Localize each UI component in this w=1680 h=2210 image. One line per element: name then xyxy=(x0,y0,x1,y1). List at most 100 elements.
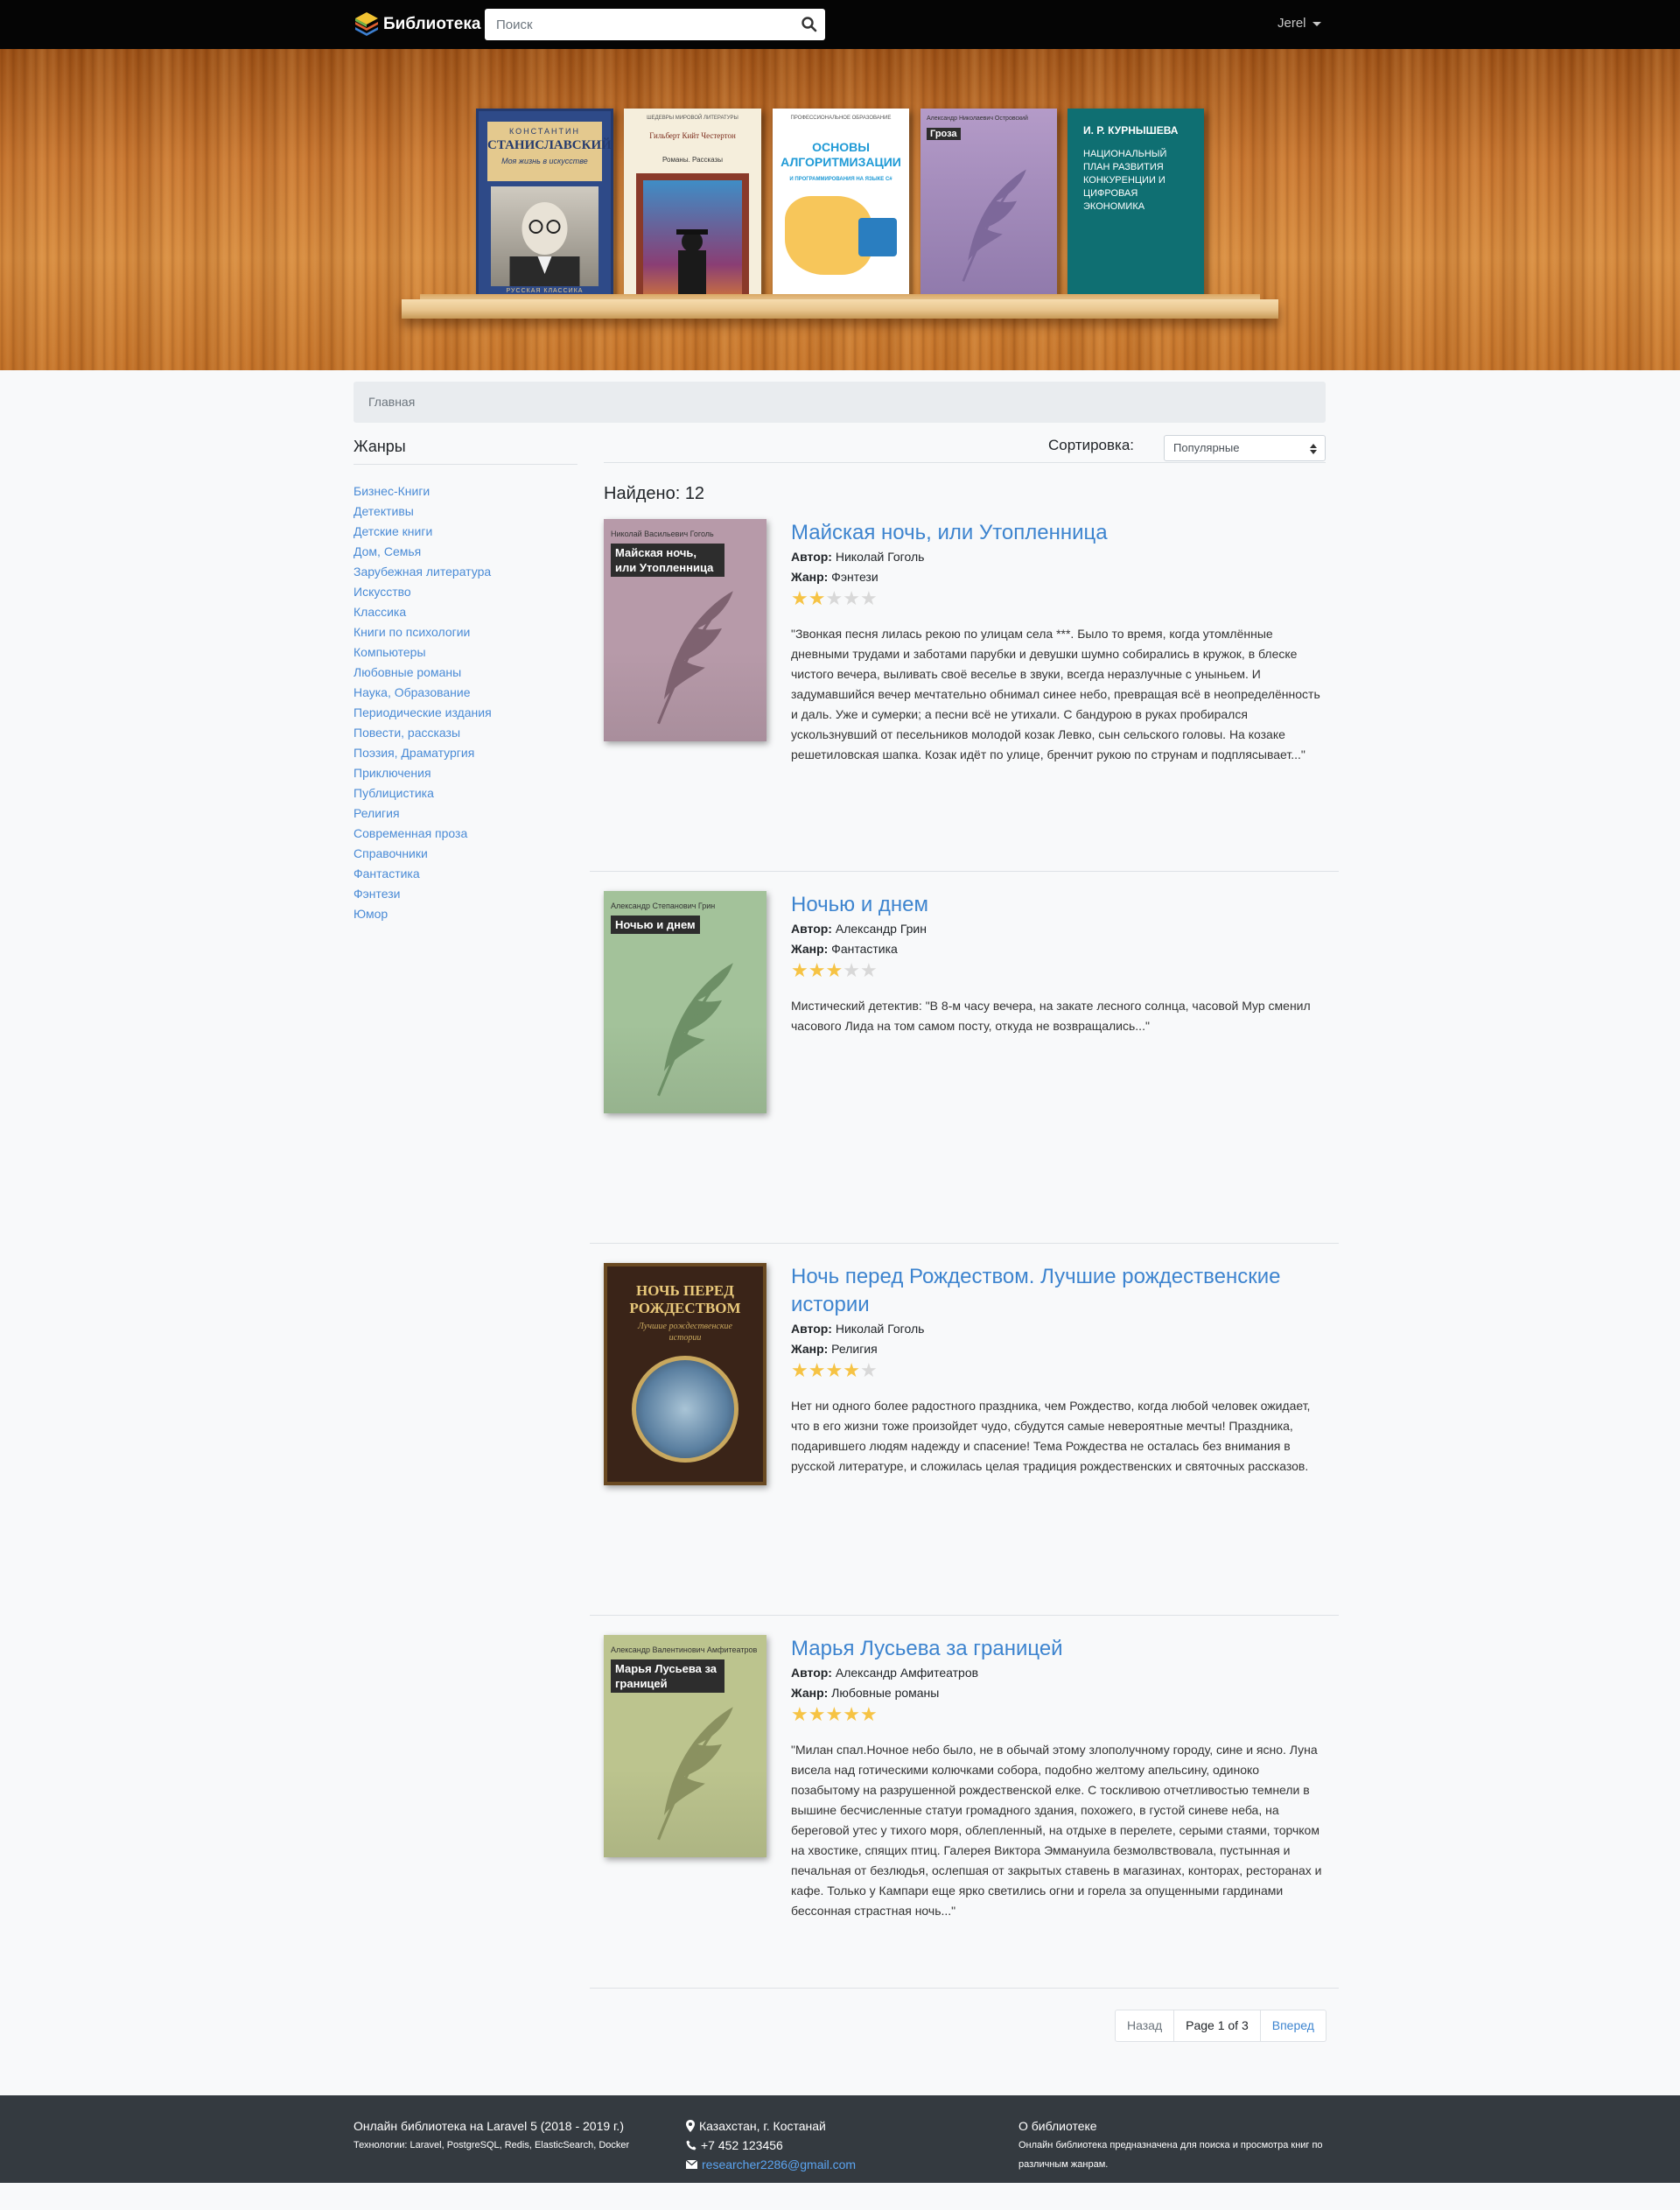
next-page-button[interactable]: Вперед xyxy=(1261,2010,1326,2041)
genre-link[interactable]: Фэнтези xyxy=(354,884,578,904)
cover-title: Майская ночь, или Утопленница xyxy=(611,544,724,577)
user-menu[interactable]: Jerel xyxy=(1278,16,1321,31)
book-genre: Жанр: Фантастика xyxy=(791,939,1325,959)
cover-subtitle: Лучшие рождественские истории xyxy=(638,1322,732,1343)
search-input[interactable] xyxy=(485,9,782,40)
book-cover[interactable]: НОЧЬ ПЕРЕД РОЖДЕСТВОМ Лучшие рождественс… xyxy=(604,1263,766,1485)
book-genre: Жанр: Фэнтези xyxy=(791,567,1325,587)
hero-book-5[interactable]: И. Р. КУРНЫШЕВА НАЦИОНАЛЬНЫЙ ПЛАН РАЗВИТ… xyxy=(1068,109,1204,301)
genre-value: Фантастика xyxy=(831,942,898,956)
star-icon: ★ xyxy=(859,587,878,609)
footer-contacts: Казахстан, г. Костанай +7 452 123456 res… xyxy=(686,2116,856,2174)
genre-link[interactable]: Современная проза xyxy=(354,824,578,844)
star-icon: ★ xyxy=(808,959,826,981)
genre-link[interactable]: Любовные романы xyxy=(354,663,578,683)
phone-icon xyxy=(686,2140,696,2150)
book-title-link[interactable]: Ночь перед Рождеством. Лучшие рождествен… xyxy=(791,1263,1325,1319)
genre-link[interactable]: Бизнес-Книги xyxy=(354,481,578,502)
cover-series: ШЕДЕВРЫ МИРОВОЙ ЛИТЕРАТУРЫ xyxy=(647,116,738,121)
brand-link[interactable]: Библиотека xyxy=(354,11,480,39)
book-cover[interactable]: Николай Васильевич Гоголь Майская ночь, … xyxy=(604,519,766,741)
footer-phone: +7 452 123456 xyxy=(686,2136,856,2155)
cover-title: ОСНОВЫ АЛГОРИТМИЗАЦИИ xyxy=(780,140,901,169)
book-title-link[interactable]: Ночью и днем xyxy=(791,891,1325,919)
book-author: Автор: Николай Гоголь xyxy=(791,547,1325,567)
genre-link[interactable]: Книги по психологии xyxy=(354,622,578,642)
cover-title: Марья Лусьева за границей xyxy=(611,1659,724,1693)
genre-link[interactable]: Зарубежная литература xyxy=(354,562,578,582)
search-icon[interactable] xyxy=(801,16,818,33)
hero-book-3[interactable]: ПРОФЕССИОНАЛЬНОЕ ОБРАЗОВАНИЕ ОСНОВЫ АЛГО… xyxy=(773,109,909,301)
star-icon: ★ xyxy=(791,1703,808,1725)
feather-icon xyxy=(962,169,1026,282)
star-icon: ★ xyxy=(808,587,826,609)
genre-link[interactable]: Искусство xyxy=(354,582,578,602)
sidebar-title: Жанры xyxy=(354,435,578,465)
genre-link[interactable]: Повести, рассказы xyxy=(354,723,578,743)
genre-label: Жанр: xyxy=(791,942,829,956)
cover-subtitle: Моя жизнь в искусстве xyxy=(501,157,588,165)
star-icon: ★ xyxy=(843,1703,860,1725)
genre-label: Жанр: xyxy=(791,1686,829,1700)
genre-link[interactable]: Поэзия, Драматургия xyxy=(354,743,578,763)
author-label: Автор: xyxy=(791,1666,832,1680)
genre-link[interactable]: Детективы xyxy=(354,502,578,522)
genre-label: Жанр: xyxy=(791,570,829,584)
hero-book-4[interactable]: Александр Николаевич Островский Гроза xyxy=(920,109,1057,301)
genre-value: Фэнтези xyxy=(831,570,878,584)
pagination: Назад Page 1 of 3 Вперед xyxy=(1115,2010,1326,2042)
page-indicator: Page 1 of 3 xyxy=(1174,2010,1261,2041)
hero-book-1[interactable]: КОНСТАНТИН СТАНИСЛАВСКИЙ Моя жизнь в иск… xyxy=(476,109,613,301)
cover-author: И. Р. КУРНЫШЕВА xyxy=(1083,124,1179,137)
sort-bar: Сортировка: Популярные xyxy=(604,435,1326,463)
genre-link[interactable]: Публицистика xyxy=(354,783,578,803)
genre-link[interactable]: Детские книги xyxy=(354,522,578,542)
star-icon: ★ xyxy=(825,959,844,981)
sort-select[interactable]: Популярные xyxy=(1164,435,1326,461)
book-item: НОЧЬ ПЕРЕД РОЖДЕСТВОМ Лучшие рождественс… xyxy=(590,1263,1339,1616)
star-icon: ★ xyxy=(825,587,844,609)
cover-illustration xyxy=(632,1356,738,1463)
cover-footer: РУССКАЯ КЛАССИКА xyxy=(506,288,584,294)
genre-sidebar: Жанры Бизнес-Книги Детективы Детские книги… xyxy=(354,435,578,924)
book-item: Николай Васильевич Гоголь Майская ночь, … xyxy=(590,519,1339,872)
genre-link[interactable]: Компьютеры xyxy=(354,642,578,663)
cover-author: Александр Николаевич Островский xyxy=(927,116,1028,122)
star-icon: ★ xyxy=(843,1359,860,1381)
genre-link[interactable]: Справочники xyxy=(354,844,578,864)
star-icon: ★ xyxy=(808,1703,826,1725)
book-cover[interactable]: Александр Валентинович Амфитеатров Марья… xyxy=(604,1635,766,1857)
rating-stars: ★★★★★ xyxy=(791,587,1325,612)
footer-about-library: О библиотеке Онлайн библиотека предназна… xyxy=(1018,2116,1334,2174)
genre-link[interactable]: Периодические издания xyxy=(354,703,578,723)
hero-book-2[interactable]: ШЕДЕВРЫ МИРОВОЙ ЛИТЕРАТУРЫ Гильберт Кийт… xyxy=(624,109,761,301)
book-item: Александр Степанович Грин Ночью и днем Н… xyxy=(590,891,1339,1244)
genre-link[interactable]: Дом, Семья xyxy=(354,542,578,562)
footer-email-link[interactable]: researcher2286@gmail.com xyxy=(702,2155,856,2174)
book-info: Ночью и днем Автор: Александр Грин Жанр:… xyxy=(791,891,1325,1036)
author-value: Николай Гоголь xyxy=(835,550,925,564)
cover-title: СТАНИСЛАВСКИЙ xyxy=(487,138,612,152)
footer-about-text: Онлайн библиотека предназначена для поис… xyxy=(1018,2140,1323,2170)
genre-link[interactable]: Фантастика xyxy=(354,864,578,884)
prev-page-button[interactable]: Назад xyxy=(1116,2010,1175,2041)
book-description: Нет ни одного более радостного праздника… xyxy=(791,1399,1311,1473)
cover-title: НОЧЬ ПЕРЕД РОЖДЕСТВОМ xyxy=(629,1282,741,1316)
book-info: Майская ночь, или Утопленница Автор: Ник… xyxy=(791,519,1325,765)
book-title-link[interactable]: Марья Лусьева за границей xyxy=(791,1635,1325,1663)
book-cover[interactable]: Александр Степанович Грин Ночью и днем xyxy=(604,891,766,1113)
genre-link[interactable]: Религия xyxy=(354,803,578,824)
genre-link[interactable]: Классика xyxy=(354,602,578,622)
genre-link[interactable]: Приключения xyxy=(354,763,578,783)
star-icon: ★ xyxy=(825,1703,844,1725)
book-info: Ночь перед Рождеством. Лучшие рождествен… xyxy=(791,1263,1325,1477)
feather-icon xyxy=(656,1707,733,1841)
genre-link[interactable]: Юмор xyxy=(354,904,578,924)
genre-link[interactable]: Наука, Образование xyxy=(354,683,578,703)
breadcrumb-home[interactable]: Главная xyxy=(368,395,415,409)
book-description: "Милан спал.Ночное небо было, не в обыча… xyxy=(791,1743,1322,1918)
footer-project-title: Онлайн библиотека на Laravel 5 (2018 - 2… xyxy=(354,2119,624,2133)
genre-list: Бизнес-Книги Детективы Детские книги Дом, С… xyxy=(354,481,578,924)
sort-label: Сортировка: xyxy=(1048,437,1135,453)
book-title-link[interactable]: Майская ночь, или Утопленница xyxy=(791,519,1325,547)
